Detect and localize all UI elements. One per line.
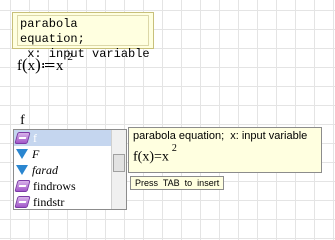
autocomplete-scrollbar[interactable] — [111, 130, 126, 209]
autocomplete-items: f Ffarad findrows findstr — [14, 130, 111, 209]
autocomplete-item-label: findrows — [33, 178, 76, 193]
comment-line-1: parabola equation; — [20, 17, 85, 46]
tooltip-description: parabola equation; x: input variable — [133, 130, 308, 142]
tooltip-formula-body: x — [161, 149, 169, 165]
autocomplete-list[interactable]: f Ffarad findrows findstr — [13, 129, 127, 210]
function-body: x — [55, 58, 64, 74]
autocomplete-item[interactable]: f — [14, 130, 111, 146]
autocomplete-item-label: F — [32, 146, 40, 161]
function-icon — [14, 196, 31, 208]
unit-icon — [16, 165, 28, 175]
function-definition[interactable]: f(x)≔x2 — [17, 51, 73, 75]
tooltip-formula: f(x)=x2 — [133, 143, 317, 166]
autocomplete-item[interactable]: F — [14, 146, 111, 162]
autocomplete-item-label: farad — [32, 162, 59, 177]
autocomplete-item[interactable]: findrows — [14, 178, 111, 194]
scrollbar-thumb[interactable] — [113, 154, 125, 172]
autocomplete-item[interactable]: findstr — [14, 194, 111, 209]
tooltip-formula-exponent: 2 — [171, 143, 177, 154]
function-icon — [14, 180, 31, 192]
definition-operator: ≔ — [40, 58, 56, 74]
unit-icon — [16, 149, 28, 159]
autocomplete-item-label: f — [33, 130, 37, 145]
autocomplete-item-label: findstr — [33, 194, 65, 209]
comment-text: parabola equation; x: input variable — [17, 15, 150, 61]
exponent: 2 — [67, 51, 73, 63]
function-icon — [14, 132, 31, 144]
comment-region[interactable]: parabola equation; x: input variable — [12, 12, 154, 61]
insert-hint: Press TAB to insert — [130, 176, 225, 190]
autocomplete-tooltip: parabola equation; x: input variable f(x… — [128, 127, 322, 173]
tooltip-formula-eq: = — [154, 149, 162, 165]
autocomplete-item[interactable]: farad — [14, 162, 111, 178]
